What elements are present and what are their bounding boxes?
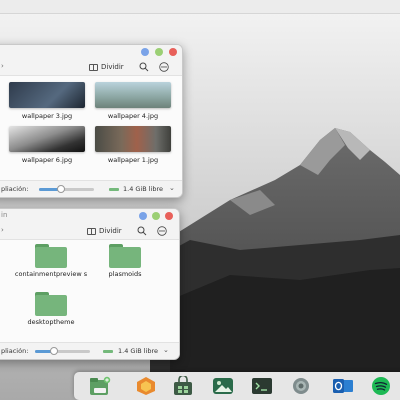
status-bar: pliación: 1.4 GiB libre ⌄: [0, 180, 182, 197]
file-manager-window-folders[interactable]: in › Dividir containmentpreview s plasmo…: [0, 208, 180, 360]
free-space-text: 1.4 GiB libre: [118, 347, 159, 355]
split-view-icon: [89, 63, 98, 71]
file-manager-icon[interactable]: [89, 376, 111, 396]
file-thumbnail[interactable]: [95, 126, 171, 152]
split-label: Dividir: [99, 227, 122, 235]
top-panel: [0, 0, 400, 14]
free-space-text: 1.4 GiB libre: [123, 185, 164, 193]
disk-usage-bar: [109, 188, 119, 191]
window-title: in: [1, 211, 8, 219]
zoom-slider-handle[interactable]: [57, 185, 65, 193]
maximize-button[interactable]: [155, 48, 163, 56]
file-name[interactable]: wallpaper 1.jpg: [88, 156, 178, 164]
search-icon[interactable]: [137, 226, 147, 236]
dock: [74, 372, 400, 400]
zoom-slider[interactable]: [39, 185, 94, 193]
split-view-icon: [87, 227, 96, 235]
folder-icon[interactable]: [35, 244, 67, 268]
minimize-button[interactable]: [139, 212, 147, 220]
minimize-button[interactable]: [141, 48, 149, 56]
file-manager-window-wallpapers[interactable]: › Dividir wallpaper 3.jpg wallpaper 4.jp…: [0, 44, 183, 198]
file-thumbnail[interactable]: [95, 82, 171, 108]
status-bar: pliación: 1.4 GiB libre ⌄: [0, 342, 179, 359]
zoom-slider-handle[interactable]: [50, 347, 58, 355]
zoom-label: pliación:: [1, 185, 29, 193]
title-bar[interactable]: [0, 45, 182, 59]
search-icon[interactable]: [139, 62, 149, 72]
image-viewer-icon[interactable]: [212, 376, 234, 396]
maximize-button[interactable]: [152, 212, 160, 220]
chevron-down-icon[interactable]: ⌄: [169, 184, 175, 192]
disk-usage-bar: [103, 350, 113, 353]
folder-name[interactable]: containmentpreview s: [6, 270, 96, 278]
folder-name[interactable]: desktoptheme: [6, 318, 96, 326]
toolbar: › Dividir: [0, 59, 182, 76]
chevron-right-icon[interactable]: ›: [1, 62, 4, 70]
zoom-label: pliación:: [1, 347, 29, 355]
folder-icon[interactable]: [109, 244, 141, 268]
close-button[interactable]: [169, 48, 177, 56]
settings-icon[interactable]: [290, 376, 312, 396]
toolbar: › Dividir: [0, 223, 179, 240]
file-name[interactable]: wallpaper 4.jpg: [88, 112, 178, 120]
folder-name[interactable]: plasmoids: [85, 270, 165, 278]
zoom-slider[interactable]: [35, 347, 90, 355]
chevron-right-icon[interactable]: ›: [1, 226, 4, 234]
split-button[interactable]: Dividir: [89, 62, 124, 72]
file-thumbnail[interactable]: [9, 82, 85, 108]
firefox-icon[interactable]: [135, 376, 157, 396]
folder-icon[interactable]: [35, 292, 67, 316]
close-button[interactable]: [165, 212, 173, 220]
outlook-icon[interactable]: [332, 376, 354, 396]
terminal-icon[interactable]: [251, 376, 273, 396]
store-icon[interactable]: [172, 376, 194, 396]
file-name[interactable]: wallpaper 6.jpg: [2, 156, 92, 164]
title-bar[interactable]: in: [0, 209, 179, 223]
split-button[interactable]: Dividir: [87, 226, 122, 236]
chevron-down-icon[interactable]: ⌄: [163, 346, 169, 354]
more-options-icon[interactable]: [157, 226, 167, 236]
spotify-icon[interactable]: [370, 376, 392, 396]
more-options-icon[interactable]: [159, 62, 169, 72]
file-thumbnail[interactable]: [9, 126, 85, 152]
file-name[interactable]: wallpaper 3.jpg: [2, 112, 92, 120]
split-label: Dividir: [101, 63, 124, 71]
